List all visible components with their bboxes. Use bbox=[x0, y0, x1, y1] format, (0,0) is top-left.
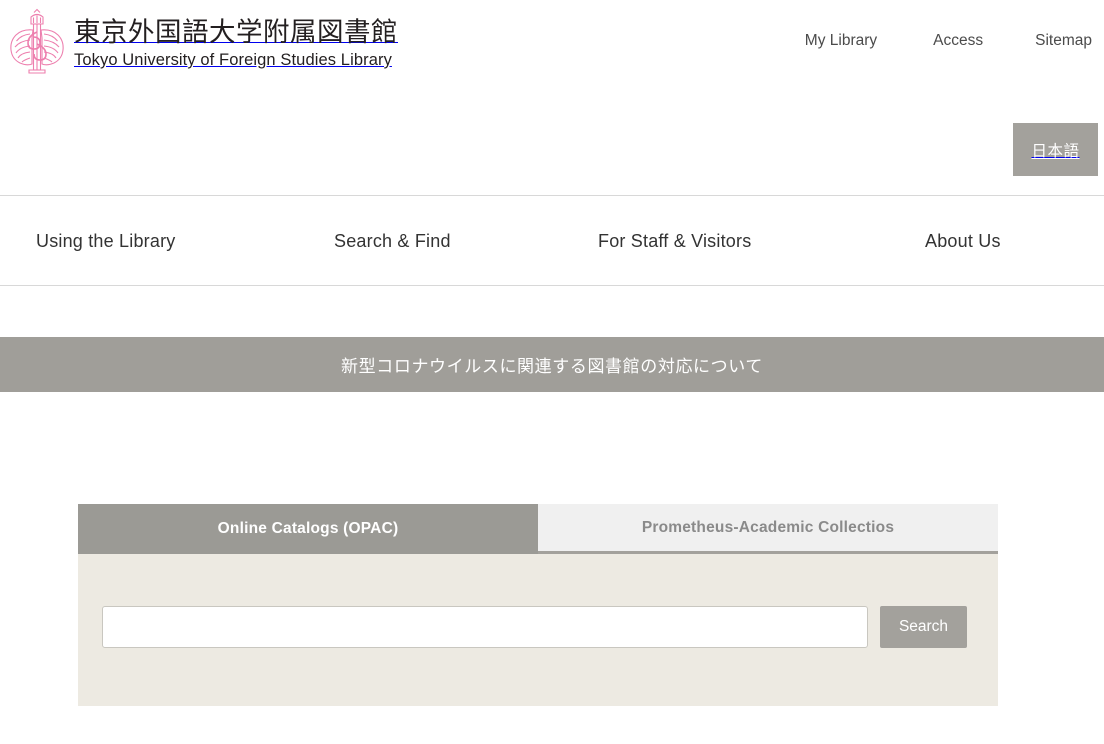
utility-link-sitemap[interactable]: Sitemap bbox=[1033, 30, 1094, 52]
brand-name-japanese: 東京外国語大学附属図書館 bbox=[74, 17, 398, 47]
nav-item-about-us[interactable]: About Us bbox=[925, 228, 1001, 254]
utility-link-access[interactable]: Access bbox=[931, 30, 985, 52]
site-logo-link[interactable]: 東京外国語大学附属図書館 Tokyo University of Foreign… bbox=[8, 8, 398, 76]
nav-item-using-the-library[interactable]: Using the Library bbox=[36, 228, 175, 254]
main-navigation-inner: Using the Library Search & Find For Staf… bbox=[0, 196, 1104, 285]
tab-prometheus-academic-collections[interactable]: Prometheus-Academic Collectios bbox=[538, 504, 998, 554]
utility-navigation: My Library Access Sitemap bbox=[803, 30, 1094, 52]
covid-notice-text: 新型コロナウイルスに関連する図書館の対応について bbox=[341, 357, 763, 376]
covid-notice-banner[interactable]: 新型コロナウイルスに関連する図書館の対応について bbox=[0, 337, 1104, 392]
search-widget: Online Catalogs (OPAC) Prometheus-Academ… bbox=[78, 504, 998, 706]
page-root: 東京外国語大学附属図書館 Tokyo University of Foreign… bbox=[0, 0, 1104, 744]
site-header: 東京外国語大学附属図書館 Tokyo University of Foreign… bbox=[0, 0, 1104, 195]
tab-online-catalogs-opac[interactable]: Online Catalogs (OPAC) bbox=[78, 504, 538, 554]
brand-text-block: 東京外国語大学附属図書館 Tokyo University of Foreign… bbox=[74, 13, 398, 71]
search-submit-button[interactable]: Search bbox=[880, 606, 967, 648]
language-toggle-label: 日本語 bbox=[1031, 142, 1080, 160]
language-toggle-japanese[interactable]: 日本語 bbox=[1013, 123, 1098, 176]
main-navigation: Using the Library Search & Find For Staf… bbox=[0, 195, 1104, 286]
search-panel: Search bbox=[78, 554, 998, 706]
brand-name-english: Tokyo University of Foreign Studies Libr… bbox=[74, 51, 392, 69]
utility-link-my-library[interactable]: My Library bbox=[803, 30, 879, 52]
search-tabs: Online Catalogs (OPAC) Prometheus-Academ… bbox=[78, 504, 998, 554]
nav-item-search-and-find[interactable]: Search & Find bbox=[334, 228, 451, 254]
nav-item-for-staff-and-visitors[interactable]: For Staff & Visitors bbox=[598, 228, 751, 254]
search-form-row: Search bbox=[102, 606, 967, 648]
tufs-winged-emblem-logo-icon bbox=[8, 8, 66, 76]
search-input[interactable] bbox=[102, 606, 868, 648]
